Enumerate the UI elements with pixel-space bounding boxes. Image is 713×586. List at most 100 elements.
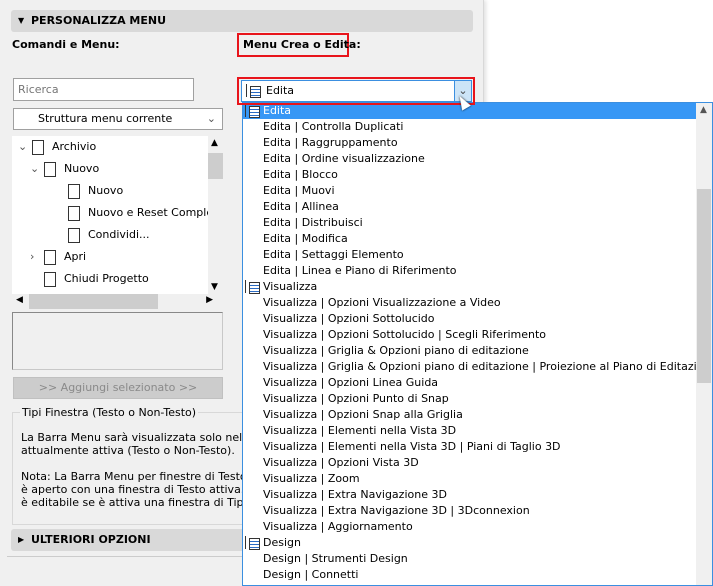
description-box <box>12 312 223 370</box>
chevron-down-icon[interactable]: ⌄ <box>18 136 32 158</box>
menu-list-label: Design | Connetti <box>263 568 359 581</box>
menu-list-label: Visualizza | Extra Navigazione 3D | 3Dco… <box>263 504 530 517</box>
menu-list-item[interactable]: Visualizza | Opzioni Sottolucido | Scegl… <box>243 327 712 343</box>
menu-list-header[interactable]: Visualizza <box>243 279 712 295</box>
menu-list-label: Visualizza | Elementi nella Vista 3D | P… <box>263 440 561 453</box>
section-header-personalizza-menu[interactable]: ▼ PERSONALIZZA MENU <box>11 10 473 32</box>
menu-list-item[interactable]: Visualizza | Opzioni Visualizzazione a V… <box>243 295 712 311</box>
scroll-thumb[interactable] <box>29 294 158 309</box>
tree-item-label: Nuovo e Reset Completo <box>88 206 208 219</box>
menu-list-label: Visualizza | Griglia & Opzioni piano di … <box>263 344 529 357</box>
tree-item-label: Chiudi Progetto <box>64 272 149 285</box>
menu-list-item[interactable]: Design | Connetti <box>243 567 712 583</box>
close-document-icon <box>44 271 56 287</box>
menu-list-item[interactable]: Visualizza | Opzioni Vista 3D <box>243 455 712 471</box>
scroll-down-icon[interactable]: ▼ <box>211 282 218 292</box>
menu-list-item[interactable]: Visualizza | Aggiornamento <box>243 519 712 535</box>
menu-list-item[interactable]: Visualizza | Opzioni Sottolucido <box>243 311 712 327</box>
tree-item[interactable]: › Apri <box>30 246 86 268</box>
menu-dropdown-list[interactable]: Edita Edita | Controlla Duplicati Edita | … <box>242 102 713 586</box>
tree-item[interactable]: Nuovo e Reset Completo <box>42 202 208 224</box>
menu-list-label: Edita | Controlla Duplicati <box>263 120 404 133</box>
list-vertical-scrollbar[interactable]: ▲ <box>696 103 712 585</box>
menu-list-label: Edita | Distribuisci <box>263 216 363 229</box>
window-types-text: La Barra Menu sarà visualizzata solo nel… <box>21 431 246 509</box>
menu-list-item[interactable]: Edita | Raggruppamento <box>243 135 712 151</box>
menu-list-item[interactable]: Visualizza | Griglia & Opzioni piano di … <box>243 359 712 375</box>
menu-list-label: Visualizza | Opzioni Visualizzazione a V… <box>263 296 501 309</box>
scroll-up-icon[interactable]: ▲ <box>700 105 707 115</box>
add-selected-button[interactable]: >> Aggiungi selezionato >> <box>13 377 223 399</box>
scroll-thumb[interactable] <box>208 153 223 179</box>
chevron-down-icon: ⌄ <box>206 112 216 125</box>
section-title: PERSONALIZZA MENU <box>31 14 167 27</box>
menu-list-item[interactable]: Visualizza | Elementi nella Vista 3D <box>243 423 712 439</box>
command-tree[interactable]: ⌄ Archivio ⌄ Nuovo Nuovo Nuovo e Reset Comple… <box>12 136 208 294</box>
search-input[interactable] <box>13 78 194 101</box>
share-icon <box>68 227 80 243</box>
menu-list-item[interactable]: Edita | Modifica <box>243 231 712 247</box>
menu-list-label: Edita <box>263 104 292 117</box>
menu-icon <box>245 280 260 294</box>
tree-horizontal-scrollbar[interactable]: ◀ ▶ <box>12 294 223 309</box>
menu-list-item[interactable]: Visualizza | Opzioni Snap alla Griglia <box>243 407 712 423</box>
menu-list-label: Visualizza | Opzioni Punto di Snap <box>263 392 449 405</box>
callout-box <box>237 77 475 105</box>
menu-list-label: Edita | Blocco <box>263 168 338 181</box>
tree-item[interactable]: Nuovo <box>42 180 123 202</box>
structure-select[interactable]: Struttura menu corrente ⌄ <box>13 108 223 130</box>
menu-list-label: Visualizza | Aggiornamento <box>263 520 413 533</box>
reset-document-icon <box>68 205 80 221</box>
chevron-right-icon[interactable]: › <box>30 246 44 268</box>
menu-list-item[interactable]: Visualizza | Opzioni Punto di Snap <box>243 391 712 407</box>
menu-label: Menu Crea o Edita: <box>243 38 361 51</box>
document-icon <box>68 183 80 199</box>
menu-list-header[interactable]: Edita <box>243 103 712 119</box>
scroll-left-icon[interactable]: ◀ <box>16 295 23 305</box>
menu-list-item[interactable]: Edita | Allinea <box>243 199 712 215</box>
tree-item[interactable]: Condividi... <box>42 224 150 246</box>
menu-list-item[interactable]: Edita | Blocco <box>243 167 712 183</box>
menu-list-label: Visualizza | Griglia & Opzioni piano di … <box>263 360 713 373</box>
tree-item-label: Nuovo <box>64 162 100 175</box>
tree-item[interactable]: ⌄ Archivio <box>18 136 96 158</box>
menu-list-item[interactable]: Visualizza | Elementi nella Vista 3D | P… <box>243 439 712 455</box>
window-types-title: Tipi Finestra (Testo o Non-Testo) <box>20 406 199 419</box>
scroll-thumb[interactable] <box>697 189 711 383</box>
menu-list-item[interactable]: Edita | Settaggi Elemento <box>243 247 712 263</box>
document-icon <box>44 161 56 177</box>
menu-icon <box>32 139 44 155</box>
tree-vertical-scrollbar[interactable]: ▲ ▼ <box>208 136 223 294</box>
menu-list-label: Edita | Ordine visualizzazione <box>263 152 425 165</box>
menu-list-label: Edita | Settaggi Elemento <box>263 248 404 261</box>
menu-list-item[interactable]: Edita | Muovi <box>243 183 712 199</box>
menu-list-label: Edita | Modifica <box>263 232 348 245</box>
menu-list-label: Edita | Raggruppamento <box>263 136 398 149</box>
menu-list-item[interactable]: Edita | Distribuisci <box>243 215 712 231</box>
menu-list-item[interactable]: Edita | Linea e Piano di Riferimento <box>243 263 712 279</box>
tree-item-label: Nuovo <box>88 184 124 197</box>
scroll-right-icon[interactable]: ▶ <box>206 295 213 305</box>
menu-list-label: Visualizza | Opzioni Snap alla Griglia <box>263 408 463 421</box>
menu-list-header[interactable]: Design <box>243 535 712 551</box>
structure-select-value: Struttura menu corrente <box>38 112 173 125</box>
menu-list-item[interactable]: Visualizza | Extra Navigazione 3D <box>243 487 712 503</box>
menu-list-item[interactable]: Edita | Ordine visualizzazione <box>243 151 712 167</box>
chevron-down-icon[interactable]: ⌄ <box>30 158 44 180</box>
menu-icon <box>245 536 260 550</box>
menu-list-item[interactable]: Visualizza | Opzioni Linea Guida <box>243 375 712 391</box>
menu-list-label: Visualizza <box>263 280 318 293</box>
menu-list-item[interactable]: Design | Strumenti Design <box>243 551 712 567</box>
menu-list-item[interactable]: Visualizza | Griglia & Opzioni piano di … <box>243 343 712 359</box>
tree-item-label: Archivio <box>52 140 97 153</box>
menu-list-item[interactable]: Visualizza | Extra Navigazione 3D | 3Dco… <box>243 503 712 519</box>
tree-item[interactable]: Chiudi Progetto <box>30 268 149 290</box>
menu-list-item[interactable]: Visualizza | Zoom <box>243 471 712 487</box>
menu-list-item[interactable]: Edita | Controlla Duplicati <box>243 119 712 135</box>
menu-list-label: Visualizza | Elementi nella Vista 3D <box>263 424 457 437</box>
menu-list-label: Visualizza | Opzioni Sottolucido <box>263 312 435 325</box>
scroll-up-icon[interactable]: ▲ <box>211 138 218 148</box>
tree-item[interactable]: ⌄ Nuovo <box>30 158 99 180</box>
menu-list-label: Visualizza | Extra Navigazione 3D <box>263 488 447 501</box>
menu-list-label: Visualizza | Zoom <box>263 472 360 485</box>
